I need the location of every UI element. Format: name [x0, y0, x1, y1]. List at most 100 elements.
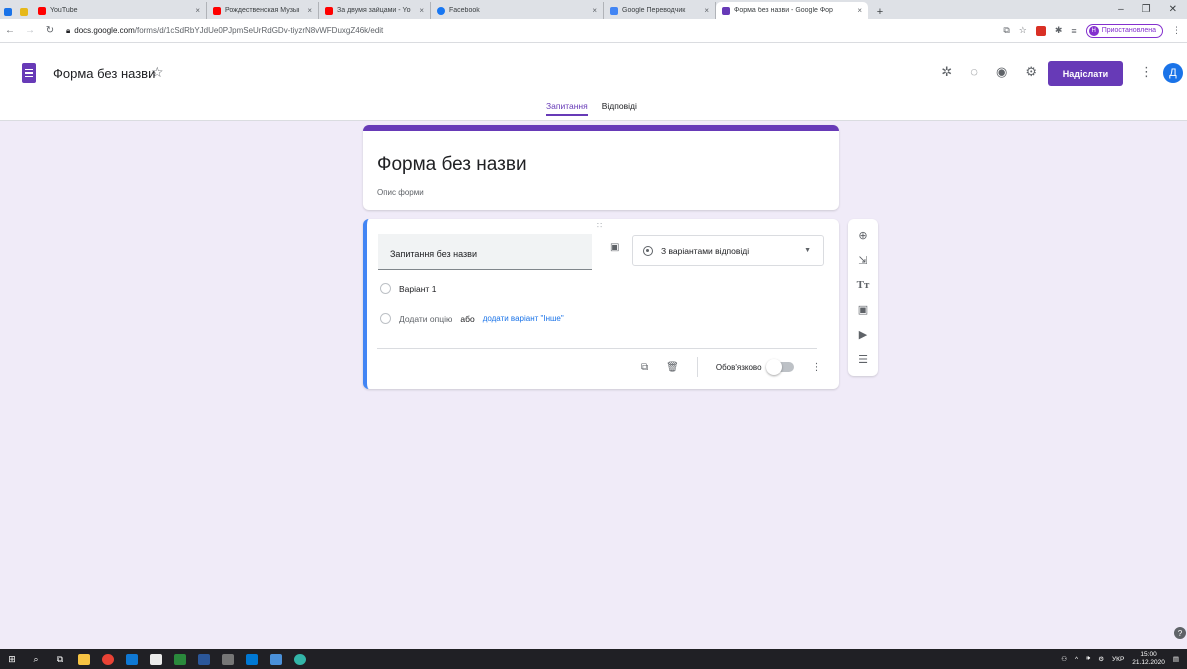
translate-page-icon[interactable]: ⧉ [1003, 25, 1009, 36]
send-button[interactable]: Надіслати [1048, 61, 1123, 86]
pinned-tab[interactable] [16, 4, 32, 19]
app-icon[interactable] [240, 649, 264, 669]
browser-tab-active[interactable]: Форма без назви - Google Фор × [716, 2, 868, 19]
task-view-icon[interactable]: ⧉ [48, 649, 72, 669]
file-explorer-icon-shape [78, 653, 90, 665]
tab-questions[interactable]: Запитання [546, 101, 588, 116]
forms-icon [722, 6, 730, 15]
more-vert-icon[interactable]: ⋮ [1140, 64, 1153, 80]
edge-icon[interactable] [288, 649, 312, 669]
close-tab-icon[interactable]: × [419, 6, 424, 15]
side-toolbar: ⊕ ⇲ Tт ▣ ▶ ☰ [848, 219, 878, 376]
maximize-button[interactable]: ❐ [1142, 4, 1151, 15]
divider [696, 357, 698, 377]
back-arrow-icon[interactable]: ← [0, 25, 20, 36]
form-title-card: Форма без назви Опис форми [363, 125, 839, 210]
add-image-icon[interactable]: ▣ [610, 242, 619, 253]
photos-icon[interactable] [168, 649, 192, 669]
clock[interactable]: 15:00 21.12.2020 [1132, 651, 1165, 667]
duplicate-icon[interactable]: ⧉ [641, 362, 648, 373]
extensions-puzzle-icon[interactable]: ✱ [1055, 25, 1063, 36]
profile-status: Приостановлена [1101, 27, 1156, 34]
more-options-icon[interactable]: ⋮ [812, 362, 822, 373]
language-indicator[interactable]: УКР [1112, 656, 1124, 663]
required-toggle[interactable] [765, 359, 794, 375]
add-other-link[interactable]: додати варіант "Інше" [483, 314, 564, 323]
document-title[interactable]: Форма без назви [53, 66, 155, 81]
question-card[interactable]: ∷ Запитання без назви ▣ З варіантами від… [363, 219, 839, 389]
profile-button[interactable]: Н Приостановлена [1085, 23, 1163, 38]
add-video-icon[interactable]: ▶ [859, 328, 867, 341]
mail-icon[interactable] [120, 649, 144, 669]
close-tab-icon[interactable]: × [857, 6, 862, 15]
palette-icon[interactable]: ◌ [970, 64, 978, 80]
word-icon[interactable] [192, 649, 216, 669]
close-tab-icon[interactable]: × [195, 6, 200, 15]
add-question-icon[interactable]: ⊕ [858, 229, 867, 242]
required-label: Обов'язково [715, 362, 762, 372]
url-field[interactable]: 🔒︎ docs.google.com/forms/d/1cSdRbYJdUe0P… [66, 26, 383, 36]
browser-menu-icon[interactable]: ⋮ [1172, 25, 1181, 36]
browser-tab-strip: YouTube × Рождественская Музыка - Самы ×… [0, 0, 1187, 19]
notifications-icon[interactable]: ▤ [1173, 655, 1179, 663]
settings-gear-icon[interactable]: ⚙ [1025, 64, 1037, 80]
form-title[interactable]: Форма без назви [377, 154, 527, 176]
preview-eye-icon[interactable]: ◉ [996, 64, 1007, 80]
divider [377, 348, 817, 349]
forward-arrow-icon[interactable]: → [20, 25, 40, 36]
bookmark-star-icon[interactable]: ☆ [1019, 25, 1027, 36]
save-app-icon[interactable] [264, 649, 288, 669]
windows-taskbar: ⊞ ⌕ ⧉ ⚇ ^ 🕪︎ ⚙ УКР 15:00 21.12.2020 ▤ [0, 649, 1187, 669]
forms-logo-icon[interactable] [22, 63, 36, 83]
delete-trash-icon[interactable]: 🗑︎ [666, 362, 679, 373]
option-label[interactable]: Варіант 1 [399, 284, 436, 294]
close-tab-icon[interactable]: × [592, 6, 597, 15]
network-icon[interactable]: ⚙ [1098, 655, 1104, 663]
pdf-extension-icon[interactable] [1035, 25, 1046, 36]
volume-icon[interactable]: 🕪︎ [1086, 655, 1090, 663]
help-icon[interactable]: ? [1174, 627, 1186, 639]
form-description[interactable]: Опис форми [377, 188, 424, 197]
windows-start-icon[interactable]: ⊞ [0, 649, 24, 669]
search-icon[interactable]: ⌕ [24, 649, 48, 669]
drag-handle-icon[interactable]: ∷ [597, 221, 603, 230]
star-icon[interactable]: ☆ [151, 64, 164, 81]
browser-tab[interactable]: YouTube × [32, 2, 207, 19]
add-image-icon[interactable]: ▣ [858, 303, 868, 316]
calculator-icon[interactable] [216, 649, 240, 669]
minimize-button[interactable]: – [1118, 4, 1124, 15]
calculator-icon-shape [222, 653, 234, 665]
addons-puzzle-icon[interactable]: ✲ [941, 64, 952, 80]
close-tab-icon[interactable]: × [307, 6, 312, 15]
browser-tab[interactable]: Facebook × [431, 2, 604, 19]
store-icon[interactable] [144, 649, 168, 669]
people-icon[interactable]: ⚇ [1061, 655, 1067, 663]
mail-icon-shape [126, 653, 138, 665]
pinned-tab[interactable] [0, 4, 16, 19]
reading-list-icon[interactable]: ≡ [1071, 26, 1076, 36]
question-title-input[interactable]: Запитання без назви [378, 234, 592, 270]
tab-title: Facebook [449, 7, 480, 14]
option-row[interactable]: Варіант 1 [380, 283, 436, 294]
browser-tab[interactable]: Google Переводчик × [604, 2, 716, 19]
tab-title: За двумя зайцами - YouTube [337, 7, 411, 14]
close-window-button[interactable]: ✕ [1169, 4, 1177, 15]
lock-icon: 🔒︎ [66, 25, 71, 35]
browser-tab[interactable]: За двумя зайцами - YouTube × [319, 2, 431, 19]
tab-title: YouTube [50, 7, 78, 14]
tray-chevron-icon[interactable]: ^ [1075, 656, 1078, 663]
youtube-icon [38, 6, 46, 15]
new-tab-button[interactable]: + [868, 4, 892, 19]
add-title-icon[interactable]: Tт [857, 279, 870, 291]
browser-tab[interactable]: Рождественская Музыка - Самы × [207, 2, 319, 19]
chrome-icon[interactable] [96, 649, 120, 669]
add-section-icon[interactable]: ☰ [858, 353, 868, 366]
avatar[interactable]: Д [1163, 63, 1183, 83]
question-type-select[interactable]: З варіантами відповіді ▼ [632, 235, 824, 266]
reload-icon[interactable]: ↻ [40, 25, 60, 36]
add-option-link[interactable]: Додати опцію [399, 314, 452, 324]
tab-responses[interactable]: Відповіді [602, 101, 637, 116]
import-questions-icon[interactable]: ⇲ [858, 254, 867, 267]
file-explorer-icon[interactable] [72, 649, 96, 669]
close-tab-icon[interactable]: × [704, 6, 709, 15]
